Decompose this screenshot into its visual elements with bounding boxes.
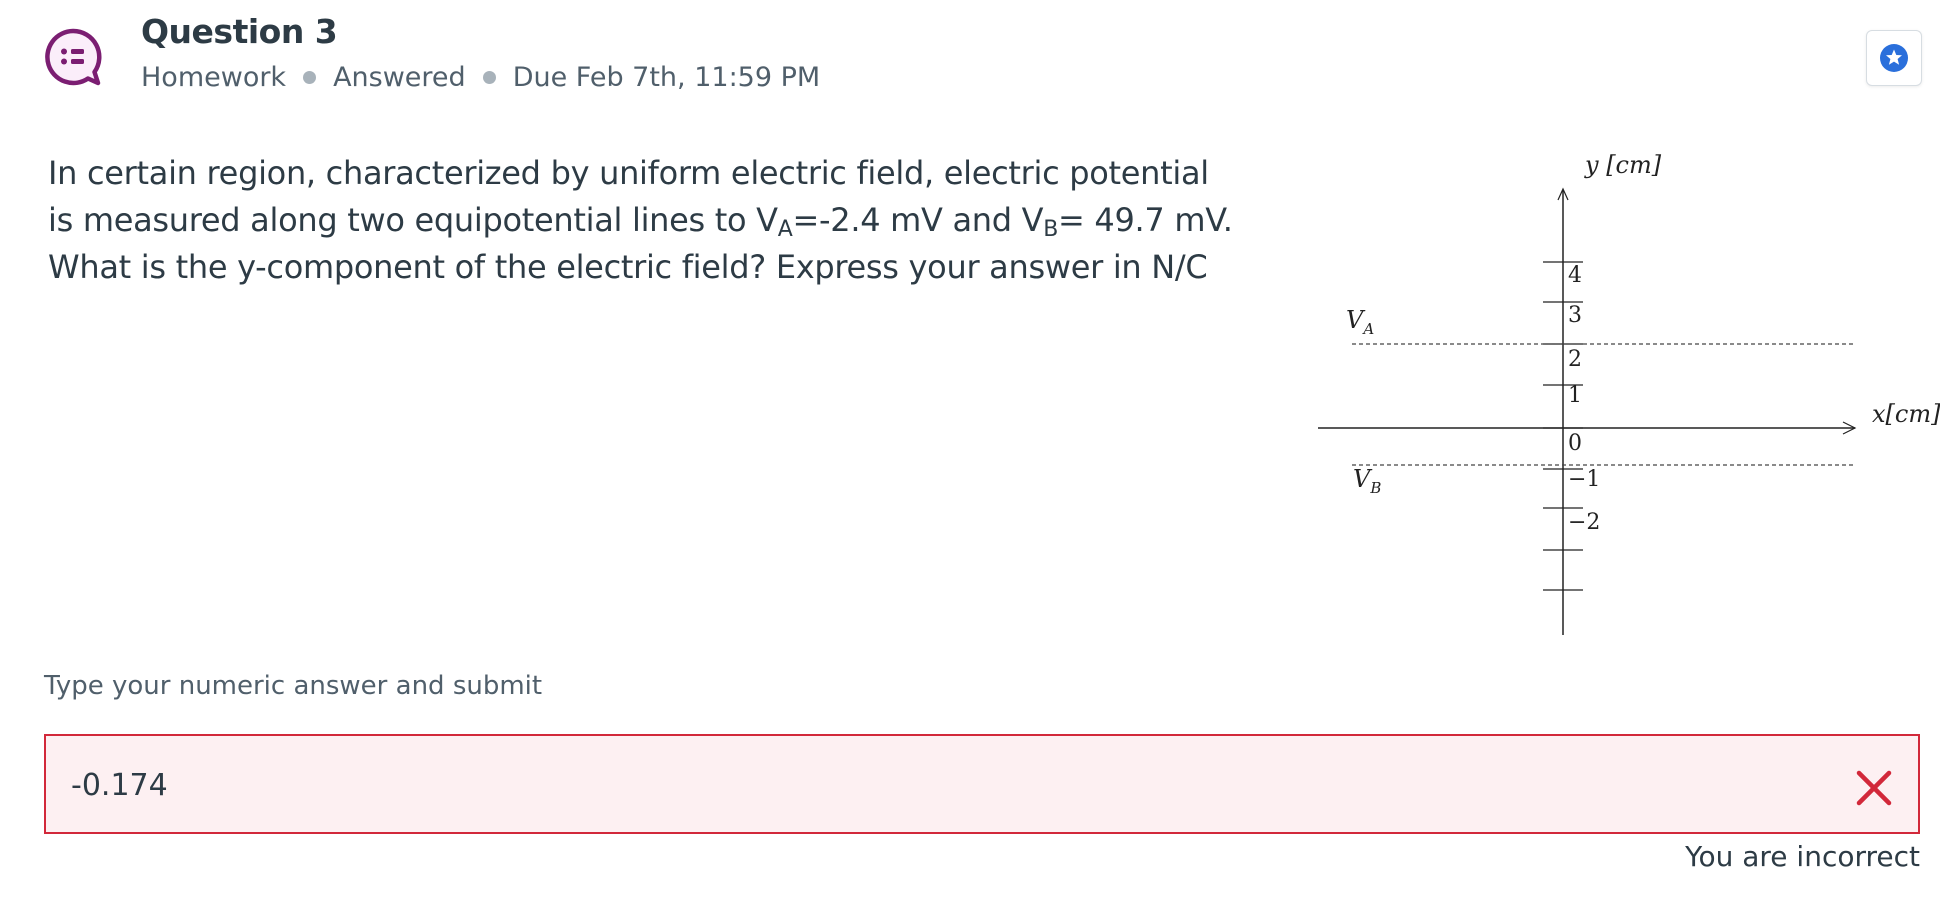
tick-label: −1 [1568, 467, 1600, 492]
vb-label: VB [1353, 465, 1381, 497]
bookmark-button[interactable] [1866, 30, 1922, 86]
meta-type: Homework [141, 62, 287, 93]
tick-label: 1 [1568, 383, 1582, 408]
question-meta: Homework Answered Due Feb 7th, 11:59 PM [141, 62, 820, 93]
feedback-message: You are incorrect [1685, 840, 1920, 873]
prompt-line-2-text: is measured along two equipotential line… [48, 201, 778, 239]
question-prompt: In certain region, characterized by unif… [48, 150, 1233, 291]
x-axis-label: x[cm] [1872, 400, 1940, 428]
va-label: VA [1346, 306, 1374, 338]
question-type-icon [44, 28, 102, 86]
prompt-line-2-text: =-2.4 mV and V [792, 201, 1044, 239]
equipotential-diagram: 4 3 2 1 0 −1 −2 y [cm] x[cm] VA VB [1310, 145, 1941, 649]
y-axis-label: y [cm] [1584, 151, 1662, 179]
prompt-line-1: In certain region, characterized by unif… [48, 154, 1209, 192]
tick-label: −2 [1568, 510, 1600, 535]
meta-due-date: Due Feb 7th, 11:59 PM [512, 62, 821, 93]
tick-label: 2 [1568, 347, 1582, 372]
answer-input[interactable]: -0.174 [44, 734, 1920, 834]
prompt-line-2: is measured along two equipotential line… [48, 197, 1233, 244]
question-title: Question 3 [141, 12, 338, 51]
answer-value: -0.174 [71, 768, 168, 803]
tick-label: 4 [1568, 263, 1582, 288]
meta-separator [303, 71, 317, 84]
meta-separator [482, 71, 496, 84]
prompt-line-2-text: = 49.7 mV. [1058, 201, 1233, 239]
answer-instructions: Type your numeric answer and submit [44, 671, 543, 701]
prompt-line-3: What is the y-component of the electric … [48, 248, 1208, 286]
meta-status: Answered [333, 62, 466, 93]
vb-subscript: B [1043, 217, 1059, 242]
va-subscript: A [777, 217, 793, 242]
tick-label: 0 [1568, 431, 1582, 456]
close-icon [1856, 770, 1892, 806]
star-icon [1880, 44, 1908, 72]
tick-label: 3 [1568, 303, 1582, 328]
